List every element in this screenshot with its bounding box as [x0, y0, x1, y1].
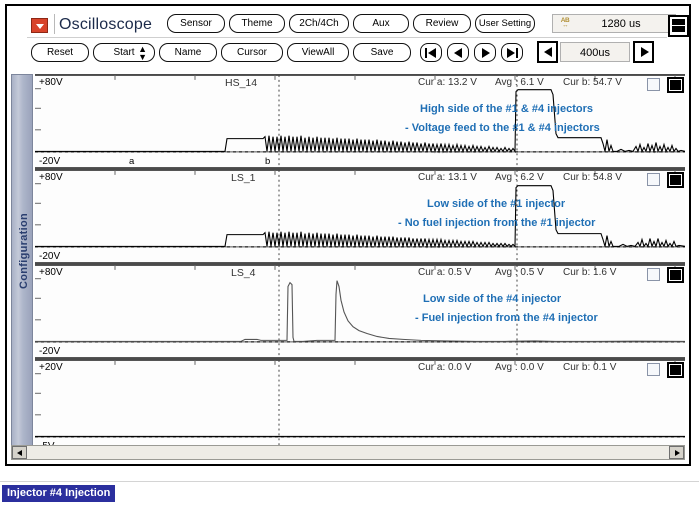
scope-panel-4[interactable]: +20V -5V Cur a: 0.0 V Avg : 0.0 V Cur b:… [35, 359, 685, 454]
viewall-button[interactable]: ViewAll [287, 43, 349, 62]
panel-3-readout-avg: Avg : 0.5 V [495, 267, 544, 278]
panel-1-checkbox[interactable] [647, 78, 660, 91]
review-button[interactable]: Review [413, 14, 471, 33]
panel-4-axis-top-label: +20V [39, 362, 63, 373]
total-timebase-value: 1280 us [601, 18, 641, 30]
reset-button[interactable]: Reset [31, 43, 89, 62]
panel-1-color-swatch[interactable] [667, 77, 684, 93]
panel-2-channel-name: LS_1 [231, 172, 256, 184]
timebase-increase-button[interactable] [633, 41, 654, 63]
status-bar: Injector #4 Injection [0, 481, 699, 503]
ab-measure-icon: AB ↔ [560, 17, 570, 29]
panel-2-readout-avg: Avg : 6.2 V [495, 172, 544, 183]
panel-2-annotation-1: Low side of the #1 injector [427, 198, 566, 210]
toolbar-divider [54, 14, 55, 34]
start-button[interactable]: Start ▲ ▼ [93, 43, 155, 62]
panel-2-readout-cur-b: Cur b: 54.8 V [563, 172, 622, 183]
start-button-label: Start [113, 47, 135, 58]
panel-3-color-swatch[interactable] [667, 267, 684, 283]
panel-1-cursor-a-label: a [129, 156, 135, 167]
panel-4-readout-cur-b: Cur b: 0.1 V [563, 362, 617, 373]
scope-trace-4 [35, 360, 685, 453]
panel-1-axis-top-label: +80V [39, 77, 63, 88]
toolbar-row-top: Oscilloscope Sensor Theme 2Ch/4Ch Aux Re… [7, 6, 689, 38]
panel-2-checkbox[interactable] [647, 173, 660, 186]
scope-plot-area: +80V -20V HS_14 Cur a: 13.2 V Avg : 6.1 … [35, 74, 685, 454]
toolbar: Oscilloscope Sensor Theme 2Ch/4Ch Aux Re… [7, 6, 689, 70]
aux-button[interactable]: Aux [353, 14, 409, 33]
panel-1-readout-cur-b: Cur b: 54.7 V [563, 77, 622, 88]
panel-2-annotation-2: - No fuel injection from the #1 injector [398, 217, 596, 229]
theme-button[interactable]: Theme [229, 14, 285, 33]
sidebar-configuration-label: Configuration [18, 213, 30, 289]
split-view-icon[interactable] [668, 15, 689, 37]
panel-3-checkbox[interactable] [647, 268, 660, 281]
dropdown-triangle-icon[interactable] [31, 18, 48, 33]
panel-1-axis-bottom-label: -20V [39, 156, 61, 167]
panel-4-readout-cur-a: Cur a: 0.0 V [418, 362, 472, 373]
panel-4-color-swatch[interactable] [667, 362, 684, 378]
scroll-right-button[interactable] [669, 446, 684, 459]
user-setting-button[interactable]: User Setting [475, 14, 535, 33]
panel-1-annotation-1: High side of the #1 & #4 injectors [420, 103, 593, 115]
scope-panel-3[interactable]: +80V -20V LS_4 Cur a: 0.5 V Avg : 0.5 V … [35, 264, 685, 359]
save-button[interactable]: Save [353, 43, 411, 62]
panel-1-cursor-b-label: b [265, 156, 271, 167]
oscilloscope-app: Oscilloscope Sensor Theme 2Ch/4Ch Aux Re… [0, 0, 699, 507]
app-title: Oscilloscope [59, 16, 153, 33]
panel-3-axis-top-label: +80V [39, 267, 63, 278]
sensor-button[interactable]: Sensor [167, 14, 225, 33]
step-back-button[interactable] [447, 43, 469, 62]
panel-4-readout-avg: Avg : 0.0 V [495, 362, 544, 373]
cursor-button[interactable]: Cursor [221, 43, 283, 62]
timebase-per-div-field[interactable]: 400us [560, 42, 630, 62]
panel-2-axis-top-label: +80V [39, 172, 63, 183]
sidebar-configuration-tab[interactable]: Configuration [11, 74, 33, 452]
panel-3-axis-bottom-label: -20V [39, 346, 61, 357]
total-timebase-field[interactable]: AB ↔ 1280 us [552, 14, 676, 33]
panel-1-annotation-2: - Voltage feed to the #1 & #4 injectors [405, 122, 600, 134]
panel-2-color-swatch[interactable] [667, 172, 684, 188]
panel-3-channel-name: LS_4 [231, 267, 256, 279]
name-button[interactable]: Name [159, 43, 217, 62]
scope-panel-2[interactable]: +80V -20V LS_1 Cur a: 13.1 V Avg : 6.2 V… [35, 169, 685, 264]
toolbar-row-bottom: Reset Start ▲▼ Name Cursor ViewAll Save [7, 38, 689, 68]
skip-last-button[interactable] [501, 43, 523, 62]
horizontal-scrollbar[interactable] [11, 445, 685, 460]
panel-2-axis-bottom-label: -20V [39, 251, 61, 262]
panel-3-readout-cur-b: Cur b: 1.6 V [563, 267, 617, 278]
skip-first-button[interactable] [420, 43, 442, 62]
panel-1-readout-avg: Avg : 6.1 V [495, 77, 544, 88]
panel-3-annotation-1: Low side of the #4 injector [423, 293, 562, 305]
panel-3-annotation-2: - Fuel injection from the #4 injector [415, 312, 598, 324]
panel-1-channel-name: HS_14 [225, 77, 258, 89]
scroll-left-button[interactable] [12, 446, 27, 459]
timebase-decrease-button[interactable] [537, 41, 558, 63]
panel-2-readout-cur-a: Cur a: 13.1 V [418, 172, 477, 183]
status-bar-divider [0, 481, 699, 482]
scope-panel-1[interactable]: +80V -20V HS_14 Cur a: 13.2 V Avg : 6.1 … [35, 74, 685, 169]
start-stepper-icon[interactable]: ▲ ▼ [138, 45, 147, 62]
channel-mode-button[interactable]: 2Ch/4Ch [289, 14, 349, 33]
step-forward-button[interactable] [474, 43, 496, 62]
panel-3-readout-cur-a: Cur a: 0.5 V [418, 267, 472, 278]
panel-4-checkbox[interactable] [647, 363, 660, 376]
status-message: Injector #4 Injection [2, 485, 116, 502]
panel-1-readout-cur-a: Cur a: 13.2 V [418, 77, 477, 88]
oscilloscope-window: Oscilloscope Sensor Theme 2Ch/4Ch Aux Re… [5, 4, 691, 466]
